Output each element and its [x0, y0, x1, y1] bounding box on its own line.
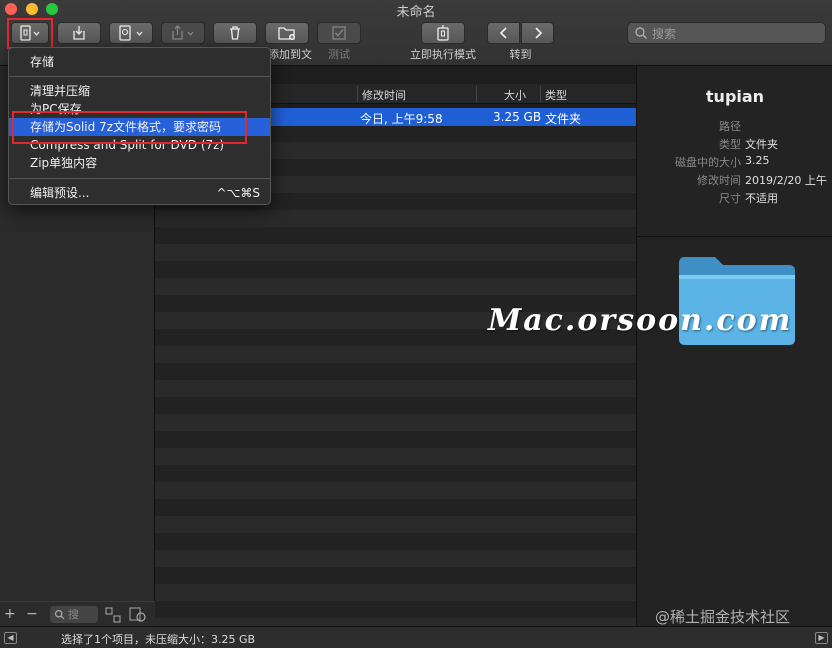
search-icon — [635, 27, 648, 40]
info-value: 不适用 — [745, 192, 778, 205]
chevron-right-icon — [534, 27, 542, 39]
info-row: 路径 — [637, 118, 832, 135]
test-label: 测试 — [328, 48, 350, 61]
info-row: 修改时间 2019/2/20 上午 — [637, 172, 832, 189]
sidebar-search-input[interactable]: 搜 — [50, 606, 98, 623]
settings-icon[interactable] — [129, 607, 147, 623]
column-kind[interactable]: 类型 — [545, 87, 567, 103]
menu-shortcut: ^⌥⌘S — [216, 186, 261, 200]
info-key: 磁盘中的大小 — [675, 156, 741, 169]
scroll-right-icon[interactable]: ▶ — [815, 632, 828, 644]
watermark-main: Mac.orsoon.com — [488, 303, 793, 338]
column-modified[interactable]: 修改时间 — [362, 87, 406, 103]
immediate-mode-button[interactable] — [421, 22, 465, 44]
sidebar-bottom-tools: + − 搜 — [0, 601, 155, 626]
preview-button[interactable] — [109, 22, 153, 44]
remove-icon[interactable]: − — [26, 606, 38, 622]
search-field[interactable]: 搜索 — [627, 22, 826, 44]
info-value: 文件夹 — [745, 138, 778, 151]
preview-icon — [119, 25, 143, 41]
goto-label: 转到 — [509, 48, 532, 61]
test-button[interactable] — [317, 22, 361, 44]
menu-item-save[interactable]: 存储 — [9, 53, 270, 71]
scroll-left-icon[interactable]: ◀ — [4, 632, 17, 644]
status-bar: ◀ 选择了1个项目，未压缩大小：3.25 GB ▶ — [0, 626, 832, 648]
row-size: 3.25 GB — [493, 110, 542, 124]
info-row: 类型 文件夹 — [637, 136, 832, 153]
menu-item-zip-contents[interactable]: Zip单独内容 — [9, 154, 270, 172]
forward-button[interactable] — [521, 22, 554, 44]
test-checkmark-icon — [332, 26, 346, 40]
column-separator — [357, 86, 358, 102]
column-size[interactable]: 大小 — [504, 87, 526, 103]
trash-icon — [230, 26, 240, 40]
filter-icon[interactable] — [105, 607, 121, 623]
extract-icon — [73, 26, 85, 40]
column-separator — [476, 86, 477, 102]
folder-add-icon — [278, 27, 295, 40]
extract-button[interactable] — [57, 22, 101, 44]
search-icon — [54, 609, 65, 620]
info-key: 路径 — [719, 120, 741, 133]
menu-separator — [9, 76, 270, 77]
search-placeholder: 搜索 — [652, 26, 677, 41]
menu-separator — [9, 178, 270, 179]
info-key: 修改时间 — [697, 174, 741, 187]
menu-item-edit-presets-label: 编辑预设... — [30, 186, 90, 200]
back-button[interactable] — [487, 22, 520, 44]
add-icon[interactable]: + — [4, 606, 16, 622]
add-folder-label: 添加到文件夹 — [268, 48, 312, 61]
info-key: 类型 — [719, 138, 741, 151]
status-text: 选择了1个项目，未压缩大小：3.25 GB — [61, 633, 256, 646]
archive-immediate-icon — [437, 25, 449, 41]
info-divider — [637, 236, 832, 237]
info-row: 尺寸 不适用 — [637, 190, 832, 207]
highlight-box-menu-item — [12, 111, 247, 144]
delete-button[interactable] — [213, 22, 257, 44]
sidebar-search-placeholder: 搜 — [68, 608, 79, 621]
add-folder-button[interactable] — [265, 22, 309, 44]
immediate-mode-label: 立即执行模式 — [410, 48, 476, 61]
share-button[interactable] — [161, 22, 205, 44]
chevron-left-icon — [499, 27, 507, 39]
info-panel: tupian 路径 类型 文件夹 磁盘中的大小 3.25 修改时间 2019/2… — [636, 66, 832, 626]
row-kind: 文件夹 — [545, 112, 582, 126]
menu-item-clean-compress[interactable]: 清理并压缩 — [9, 82, 270, 100]
row-modified: 今日, 上午9:58 — [360, 112, 443, 126]
info-value: 3.25 — [745, 154, 770, 167]
column-separator — [540, 86, 541, 102]
info-title: tupian — [705, 87, 765, 106]
highlight-box-archive-button — [7, 18, 53, 49]
menu-item-edit-presets[interactable]: 编辑预设... ^⌥⌘S — [9, 184, 270, 202]
watermark-corner: @稀土掘金技术社区 — [655, 608, 791, 626]
share-icon — [172, 25, 194, 40]
info-value: 2019/2/20 上午 — [745, 174, 827, 187]
info-row: 磁盘中的大小 3.25 — [637, 154, 832, 171]
window-title: 未命名 — [396, 5, 436, 20]
info-key: 尺寸 — [719, 192, 741, 205]
